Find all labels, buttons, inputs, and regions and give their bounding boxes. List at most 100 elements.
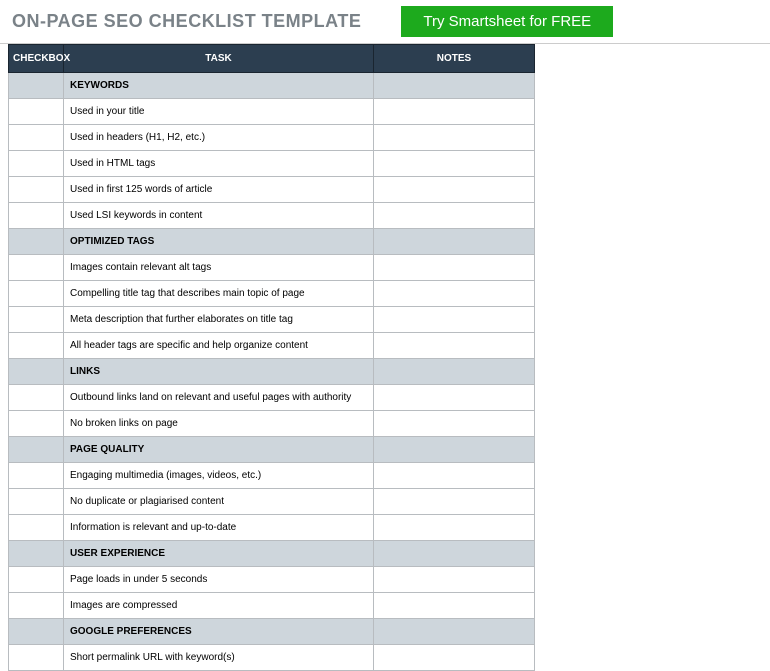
task-cell: Images are compressed xyxy=(64,593,374,619)
section-notes-cell xyxy=(374,359,535,385)
task-cell: Short permalink URL with keyword(s) xyxy=(64,645,374,671)
notes-cell[interactable] xyxy=(374,593,535,619)
notes-cell[interactable] xyxy=(374,489,535,515)
table-row: Images contain relevant alt tags xyxy=(9,255,535,281)
section-notes-cell xyxy=(374,619,535,645)
header-bar: ON-PAGE SEO CHECKLIST TEMPLATE Try Smart… xyxy=(0,0,770,44)
checkbox-cell[interactable] xyxy=(9,463,64,489)
section-row: LINKS xyxy=(9,359,535,385)
section-checkbox-cell xyxy=(9,359,64,385)
section-name: GOOGLE PREFERENCES xyxy=(64,619,374,645)
task-cell: Used in your title xyxy=(64,99,374,125)
checkbox-cell[interactable] xyxy=(9,385,64,411)
table-row: Meta description that further elaborates… xyxy=(9,307,535,333)
section-notes-cell xyxy=(374,229,535,255)
notes-cell[interactable] xyxy=(374,567,535,593)
section-row: GOOGLE PREFERENCES xyxy=(9,619,535,645)
notes-cell[interactable] xyxy=(374,411,535,437)
task-cell: Page loads in under 5 seconds xyxy=(64,567,374,593)
notes-cell[interactable] xyxy=(374,333,535,359)
section-checkbox-cell xyxy=(9,619,64,645)
checkbox-cell[interactable] xyxy=(9,125,64,151)
col-header-notes: NOTES xyxy=(374,45,535,73)
checkbox-cell[interactable] xyxy=(9,333,64,359)
section-checkbox-cell xyxy=(9,541,64,567)
table-row: All header tags are specific and help or… xyxy=(9,333,535,359)
checkbox-cell[interactable] xyxy=(9,203,64,229)
table-row: Used in your title xyxy=(9,99,535,125)
table-row: Used in first 125 words of article xyxy=(9,177,535,203)
table-row: Information is relevant and up-to-date xyxy=(9,515,535,541)
checkbox-cell[interactable] xyxy=(9,151,64,177)
col-header-checkbox: CHECKBOX xyxy=(9,45,64,73)
checklist-table: CHECKBOX TASK NOTES KEYWORDSUsed in your… xyxy=(8,44,535,671)
header-row: CHECKBOX TASK NOTES xyxy=(9,45,535,73)
notes-cell[interactable] xyxy=(374,255,535,281)
notes-cell[interactable] xyxy=(374,151,535,177)
notes-cell[interactable] xyxy=(374,385,535,411)
section-row: OPTIMIZED TAGS xyxy=(9,229,535,255)
checkbox-cell[interactable] xyxy=(9,593,64,619)
notes-cell[interactable] xyxy=(374,125,535,151)
task-cell: Engaging multimedia (images, videos, etc… xyxy=(64,463,374,489)
task-cell: All header tags are specific and help or… xyxy=(64,333,374,359)
section-row: USER EXPERIENCE xyxy=(9,541,535,567)
checkbox-cell[interactable] xyxy=(9,515,64,541)
checklist-table-wrap: CHECKBOX TASK NOTES KEYWORDSUsed in your… xyxy=(0,44,770,671)
checkbox-cell[interactable] xyxy=(9,489,64,515)
notes-cell[interactable] xyxy=(374,281,535,307)
task-cell: Meta description that further elaborates… xyxy=(64,307,374,333)
table-row: Used in HTML tags xyxy=(9,151,535,177)
section-notes-cell xyxy=(374,73,535,99)
page-title: ON-PAGE SEO CHECKLIST TEMPLATE xyxy=(12,11,361,32)
task-cell: No broken links on page xyxy=(64,411,374,437)
section-row: KEYWORDS xyxy=(9,73,535,99)
table-row: Outbound links land on relevant and usef… xyxy=(9,385,535,411)
table-row: Engaging multimedia (images, videos, etc… xyxy=(9,463,535,489)
checkbox-cell[interactable] xyxy=(9,411,64,437)
table-row: No duplicate or plagiarised content xyxy=(9,489,535,515)
task-cell: Outbound links land on relevant and usef… xyxy=(64,385,374,411)
task-cell: Used in first 125 words of article xyxy=(64,177,374,203)
section-checkbox-cell xyxy=(9,229,64,255)
checkbox-cell[interactable] xyxy=(9,307,64,333)
section-checkbox-cell xyxy=(9,73,64,99)
checkbox-cell[interactable] xyxy=(9,281,64,307)
notes-cell[interactable] xyxy=(374,99,535,125)
section-name: LINKS xyxy=(64,359,374,385)
task-cell: Information is relevant and up-to-date xyxy=(64,515,374,541)
task-cell: Used in headers (H1, H2, etc.) xyxy=(64,125,374,151)
task-cell: Used in HTML tags xyxy=(64,151,374,177)
table-row: Used LSI keywords in content xyxy=(9,203,535,229)
notes-cell[interactable] xyxy=(374,177,535,203)
checkbox-cell[interactable] xyxy=(9,255,64,281)
notes-cell[interactable] xyxy=(374,645,535,671)
section-name: OPTIMIZED TAGS xyxy=(64,229,374,255)
notes-cell[interactable] xyxy=(374,203,535,229)
section-name: PAGE QUALITY xyxy=(64,437,374,463)
table-row: Images are compressed xyxy=(9,593,535,619)
table-row: Short permalink URL with keyword(s) xyxy=(9,645,535,671)
table-row: Compelling title tag that describes main… xyxy=(9,281,535,307)
table-row: Page loads in under 5 seconds xyxy=(9,567,535,593)
notes-cell[interactable] xyxy=(374,515,535,541)
checkbox-cell[interactable] xyxy=(9,567,64,593)
section-checkbox-cell xyxy=(9,437,64,463)
task-cell: Used LSI keywords in content xyxy=(64,203,374,229)
task-cell: Images contain relevant alt tags xyxy=(64,255,374,281)
checkbox-cell[interactable] xyxy=(9,645,64,671)
section-notes-cell xyxy=(374,437,535,463)
col-header-task: TASK xyxy=(64,45,374,73)
section-name: USER EXPERIENCE xyxy=(64,541,374,567)
section-notes-cell xyxy=(374,541,535,567)
table-row: No broken links on page xyxy=(9,411,535,437)
table-row: Used in headers (H1, H2, etc.) xyxy=(9,125,535,151)
checkbox-cell[interactable] xyxy=(9,99,64,125)
notes-cell[interactable] xyxy=(374,307,535,333)
try-smartsheet-button[interactable]: Try Smartsheet for FREE xyxy=(401,6,613,37)
section-name: KEYWORDS xyxy=(64,73,374,99)
checkbox-cell[interactable] xyxy=(9,177,64,203)
task-cell: No duplicate or plagiarised content xyxy=(64,489,374,515)
section-row: PAGE QUALITY xyxy=(9,437,535,463)
notes-cell[interactable] xyxy=(374,463,535,489)
